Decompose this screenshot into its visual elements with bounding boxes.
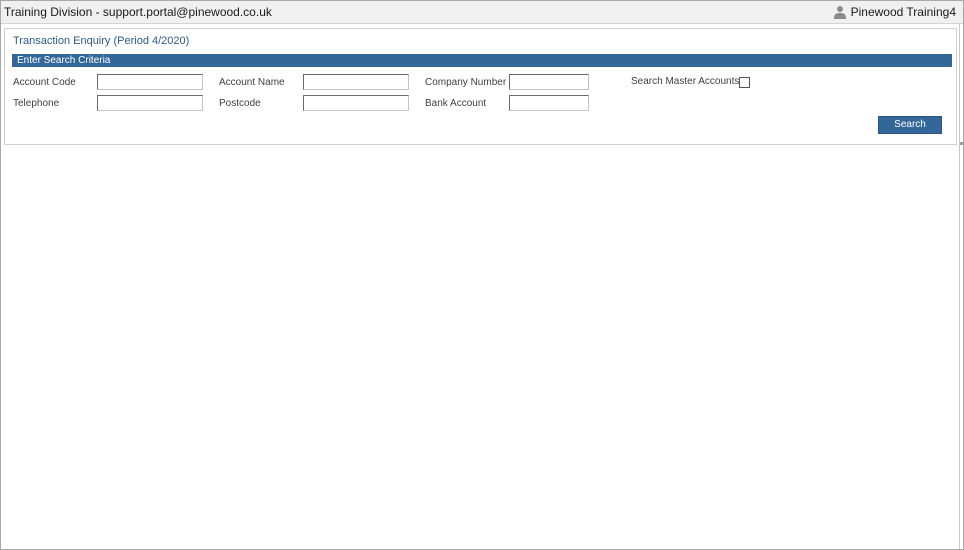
window-title: Training Division - support.portal@pinew… [4, 5, 272, 19]
account-code-input[interactable] [97, 74, 203, 90]
account-code-label: Account Code [13, 77, 76, 88]
vertical-scrollbar[interactable] [959, 24, 963, 549]
user-menu[interactable]: Pinewood Training4 [833, 5, 956, 19]
telephone-input[interactable] [97, 95, 203, 111]
telephone-label: Telephone [13, 98, 60, 109]
postcode-label: Postcode [219, 98, 261, 109]
top-bar: Training Division - support.portal@pinew… [1, 1, 963, 24]
search-master-accounts-label: Search Master Accounts [631, 76, 740, 87]
account-name-label: Account Name [219, 77, 285, 88]
account-name-input[interactable] [303, 74, 409, 90]
user-name: Pinewood Training4 [850, 5, 956, 19]
bank-account-label: Bank Account [425, 98, 487, 109]
scrollbar-thumb[interactable] [960, 142, 963, 145]
search-button[interactable]: Search [878, 116, 942, 134]
app-window: Training Division - support.portal@pinew… [0, 0, 964, 550]
company-number-label: Company Number [425, 77, 507, 88]
section-heading: Enter Search Criteria [12, 54, 952, 67]
page-title: Transaction Enquiry (Period 4/2020) [13, 35, 190, 47]
user-icon [833, 5, 847, 19]
bank-account-input[interactable] [509, 95, 589, 111]
search-master-accounts-checkbox[interactable] [739, 77, 750, 88]
search-panel: Transaction Enquiry (Period 4/2020) Ente… [4, 28, 957, 145]
company-number-input[interactable] [509, 74, 589, 90]
postcode-input[interactable] [303, 95, 409, 111]
